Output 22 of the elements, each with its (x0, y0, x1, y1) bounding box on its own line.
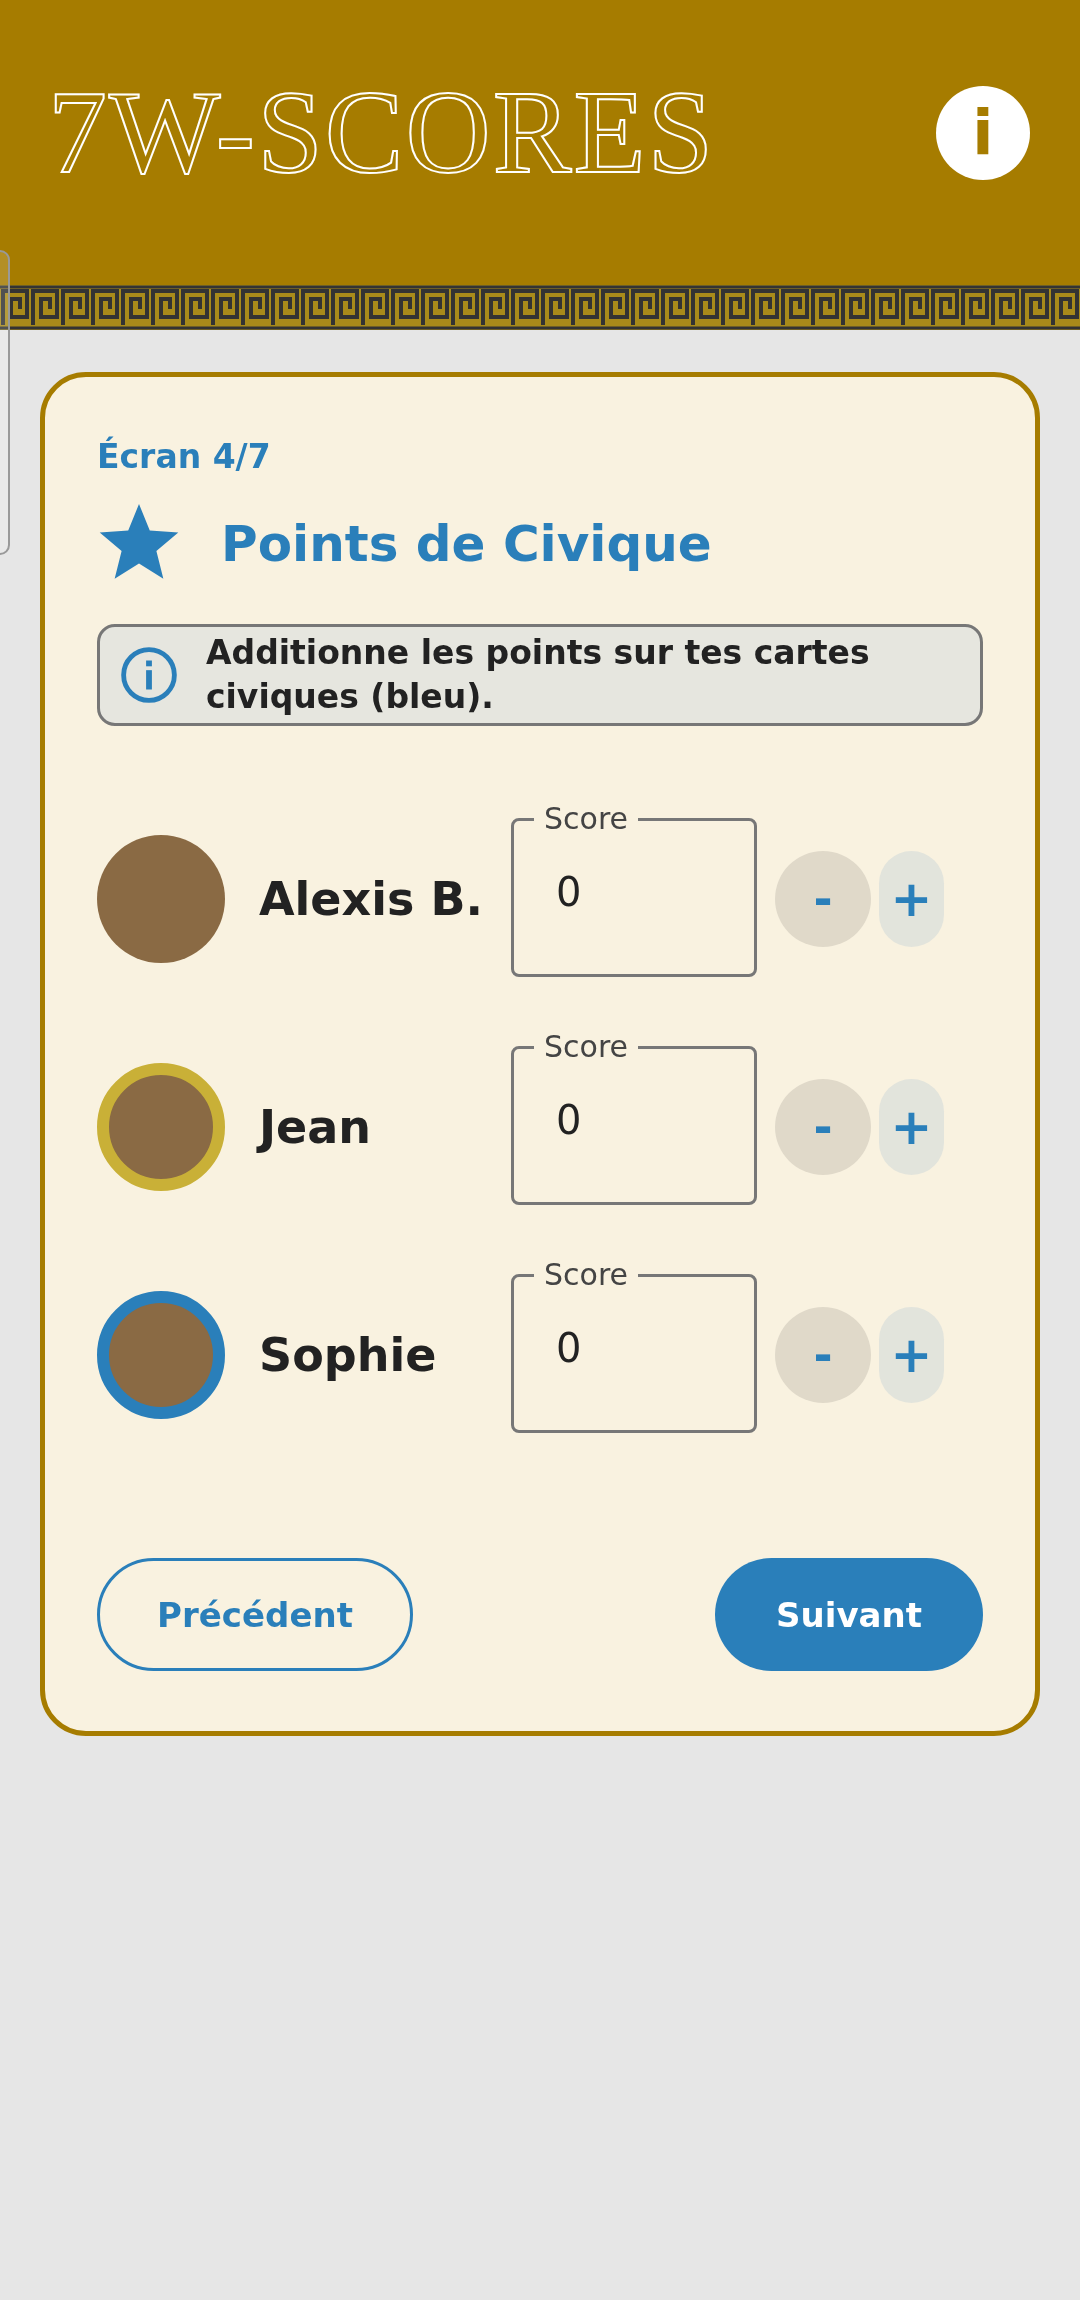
previous-button[interactable]: Précédent (97, 1558, 413, 1671)
next-button[interactable]: Suivant (715, 1558, 983, 1671)
decrement-button[interactable]: - (775, 1307, 871, 1403)
increment-button[interactable]: + (879, 1079, 944, 1175)
player-name: Alexis B. (259, 872, 484, 926)
field-label: Score (543, 1256, 630, 1294)
score-value: 0 (556, 1324, 583, 1373)
info-icon (120, 646, 178, 704)
decrement-button[interactable]: - (775, 1079, 871, 1175)
increment-button[interactable]: + (879, 1307, 944, 1403)
field-label: Score (543, 1028, 630, 1066)
section-title: Points de Civique (221, 515, 712, 573)
hint-text: Additionne les points sur tes cartes civiques (bleu). (206, 632, 871, 718)
decrement-button[interactable]: - (775, 851, 871, 947)
field-label: Score (543, 800, 630, 838)
player-name: Sophie (259, 1328, 438, 1382)
score-value: 0 (556, 1096, 583, 1145)
increment-button[interactable]: + (879, 851, 944, 947)
step-counter: Écran 4/7 (97, 437, 272, 476)
score-value: 0 (556, 868, 583, 917)
app-logo: 7W-SCORES (48, 65, 716, 200)
info-button[interactable]: i (936, 85, 1030, 180)
